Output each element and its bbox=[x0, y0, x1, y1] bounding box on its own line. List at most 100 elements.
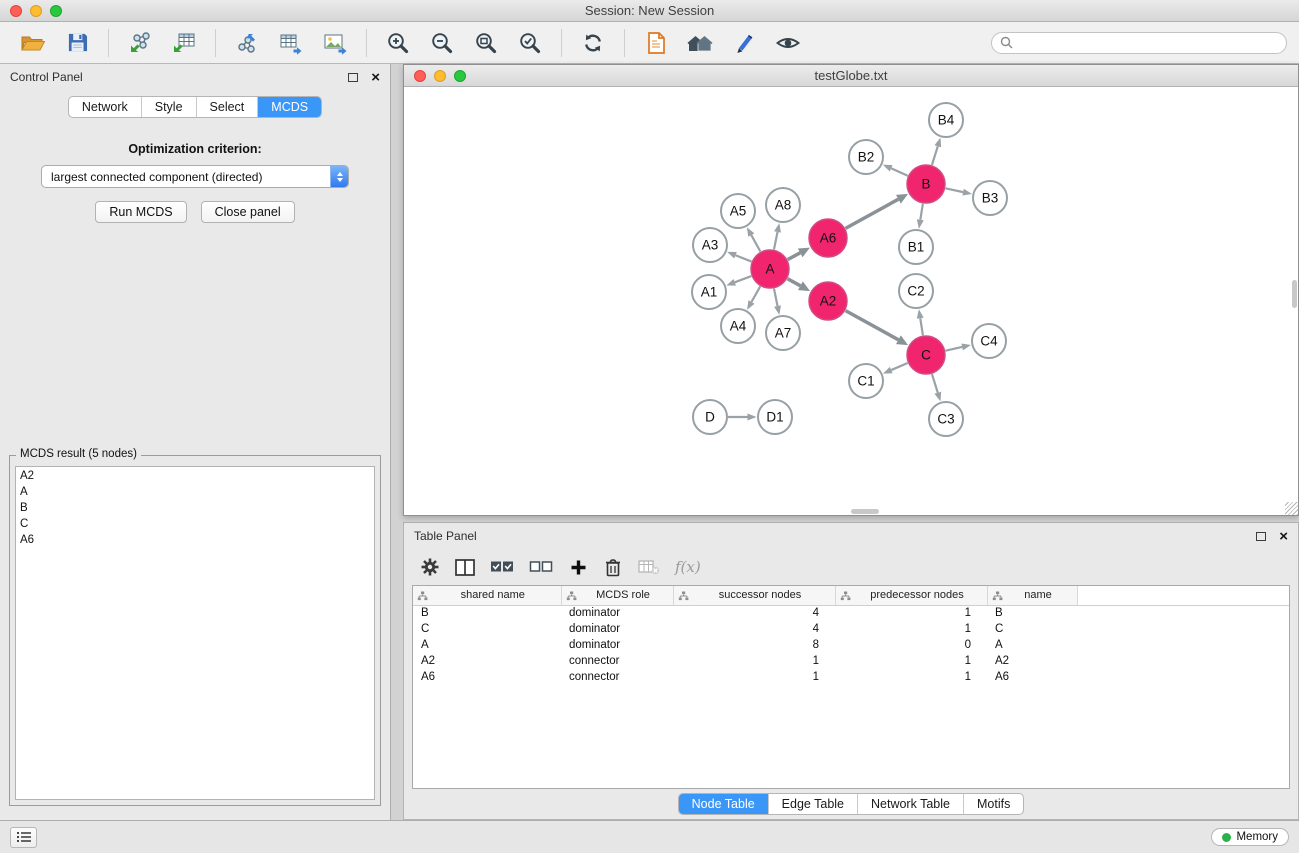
tab-mcds[interactable]: MCDS bbox=[258, 97, 321, 117]
table-cell[interactable]: A bbox=[413, 637, 561, 653]
table-cell[interactable]: B bbox=[413, 605, 561, 621]
table-cell[interactable]: A2 bbox=[413, 653, 561, 669]
node-C1[interactable]: C1 bbox=[849, 364, 883, 398]
export-table-button[interactable] bbox=[270, 25, 312, 61]
save-session-button[interactable] bbox=[56, 25, 98, 61]
close-table-panel-button[interactable]: × bbox=[1279, 529, 1288, 544]
node-A2[interactable]: A2 bbox=[809, 282, 847, 320]
table-row[interactable]: Bdominator41B bbox=[413, 605, 1289, 621]
node-A7[interactable]: A7 bbox=[766, 316, 800, 350]
float-table-panel-button[interactable] bbox=[1256, 532, 1266, 541]
node-A8[interactable]: A8 bbox=[766, 188, 800, 222]
horizontal-scroll-thumb[interactable] bbox=[851, 509, 879, 514]
close-panel-action-button[interactable]: Close panel bbox=[201, 201, 295, 223]
edge-A-A1[interactable] bbox=[726, 276, 751, 286]
zoom-out-button[interactable] bbox=[421, 25, 463, 61]
node-B4[interactable]: B4 bbox=[929, 103, 963, 137]
close-panel-button[interactable]: × bbox=[371, 70, 380, 85]
node-C2[interactable]: C2 bbox=[899, 274, 933, 308]
function-builder-button[interactable]: f(x) bbox=[675, 554, 701, 580]
column-header-predecessor-nodes[interactable]: predecessor nodes bbox=[835, 586, 987, 605]
memory-button[interactable]: Memory bbox=[1211, 828, 1289, 846]
zoom-in-button[interactable] bbox=[377, 25, 419, 61]
table-cell[interactable]: A6 bbox=[413, 669, 561, 685]
table-cell[interactable]: connector bbox=[561, 669, 673, 685]
table-cell[interactable]: 1 bbox=[835, 621, 987, 637]
table-cell[interactable]: 4 bbox=[673, 605, 835, 621]
network-minimize-button[interactable] bbox=[434, 70, 446, 82]
show-hide-button[interactable] bbox=[767, 25, 809, 61]
edge-A-A2[interactable] bbox=[788, 279, 811, 291]
edge-B-B1[interactable] bbox=[917, 204, 924, 229]
column-header-successor-nodes[interactable]: successor nodes bbox=[673, 586, 835, 605]
table-cell[interactable]: C bbox=[413, 621, 561, 637]
refresh-button[interactable] bbox=[572, 25, 614, 61]
add-column-button[interactable] bbox=[568, 554, 588, 580]
edge-A-A3[interactable] bbox=[727, 252, 751, 262]
table-cell[interactable]: C bbox=[987, 621, 1077, 637]
table-cell[interactable]: connector bbox=[561, 653, 673, 669]
run-mcds-button[interactable]: Run MCDS bbox=[95, 201, 186, 223]
resize-grip[interactable] bbox=[1285, 502, 1298, 515]
table-cell[interactable]: A bbox=[987, 637, 1077, 653]
edge-C-C4[interactable] bbox=[946, 344, 971, 351]
edge-A-A5[interactable] bbox=[747, 227, 760, 251]
table-cell[interactable]: dominator bbox=[561, 605, 673, 621]
tab-select[interactable]: Select bbox=[197, 97, 259, 117]
edge-A-A6[interactable] bbox=[788, 248, 810, 260]
select-all-button[interactable] bbox=[490, 554, 514, 580]
node-A3[interactable]: A3 bbox=[693, 228, 727, 262]
edge-A6-B[interactable] bbox=[846, 194, 909, 228]
table-cell[interactable]: 1 bbox=[673, 669, 835, 685]
node-A6[interactable]: A6 bbox=[809, 219, 847, 257]
column-selector-button[interactable] bbox=[455, 554, 475, 580]
report-button[interactable] bbox=[635, 25, 677, 61]
search-input[interactable] bbox=[1018, 36, 1278, 50]
tab-motifs[interactable]: Motifs bbox=[964, 794, 1023, 814]
table-cell[interactable]: 1 bbox=[835, 653, 987, 669]
node-C3[interactable]: C3 bbox=[929, 402, 963, 436]
column-header-shared-name[interactable]: shared name bbox=[413, 586, 561, 605]
table-row[interactable]: Cdominator41C bbox=[413, 621, 1289, 637]
task-history-button[interactable] bbox=[10, 827, 37, 848]
tab-style[interactable]: Style bbox=[142, 97, 197, 117]
edge-B-B2[interactable] bbox=[883, 165, 908, 176]
edge-A-A7[interactable] bbox=[774, 289, 781, 315]
tab-node-table[interactable]: Node Table bbox=[679, 794, 769, 814]
mcds-result-item[interactable]: C bbox=[20, 516, 370, 532]
table-cell[interactable]: 1 bbox=[835, 605, 987, 621]
vertical-scroll-thumb[interactable] bbox=[1292, 280, 1297, 308]
mcds-result-item[interactable]: B bbox=[20, 500, 370, 516]
edge-C-C2[interactable] bbox=[917, 309, 924, 335]
table-cell[interactable]: 1 bbox=[835, 669, 987, 685]
table-row[interactable]: A6connector11A6 bbox=[413, 669, 1289, 685]
edge-A-A4[interactable] bbox=[747, 286, 760, 309]
export-network-button[interactable] bbox=[226, 25, 268, 61]
export-image-button[interactable] bbox=[314, 25, 356, 61]
network-zoom-button[interactable] bbox=[454, 70, 466, 82]
edge-D-D1[interactable] bbox=[728, 414, 757, 421]
delete-table-button[interactable] bbox=[638, 554, 660, 580]
minimize-window-button[interactable] bbox=[30, 5, 42, 17]
import-network-button[interactable] bbox=[119, 25, 161, 61]
node-A4[interactable]: A4 bbox=[721, 309, 755, 343]
node-A1[interactable]: A1 bbox=[692, 275, 726, 309]
table-row[interactable]: Adominator80A bbox=[413, 637, 1289, 653]
table-settings-button[interactable] bbox=[420, 554, 440, 580]
node-C4[interactable]: C4 bbox=[972, 324, 1006, 358]
tab-network[interactable]: Network bbox=[69, 97, 142, 117]
fullscreen-window-button[interactable] bbox=[50, 5, 62, 17]
node-A5[interactable]: A5 bbox=[721, 194, 755, 228]
close-window-button[interactable] bbox=[10, 5, 22, 17]
node-B2[interactable]: B2 bbox=[849, 140, 883, 174]
node-C[interactable]: C bbox=[907, 336, 945, 374]
node-B1[interactable]: B1 bbox=[899, 230, 933, 264]
table-cell[interactable]: 1 bbox=[673, 653, 835, 669]
table-cell[interactable]: B bbox=[987, 605, 1077, 621]
mcds-result-item[interactable]: A6 bbox=[20, 532, 370, 548]
style-button[interactable] bbox=[723, 25, 765, 61]
table-cell[interactable]: A2 bbox=[987, 653, 1077, 669]
node-B[interactable]: B bbox=[907, 165, 945, 203]
node-B3[interactable]: B3 bbox=[973, 181, 1007, 215]
mcds-result-item[interactable]: A bbox=[20, 484, 370, 500]
